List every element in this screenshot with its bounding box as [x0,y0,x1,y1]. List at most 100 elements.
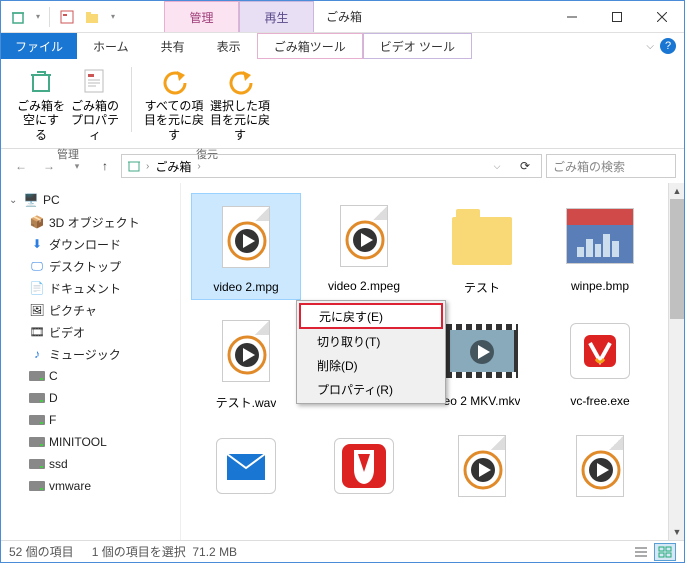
file-item[interactable] [545,423,655,509]
properties-icon[interactable] [56,6,78,28]
tree-pc[interactable]: ⌄🖥️PC [1,189,180,211]
tab-file[interactable]: ファイル [1,33,77,59]
help-icon[interactable]: ? [660,38,676,54]
quick-access-toolbar: ▾ ▾ [1,1,124,32]
tree-drive-c[interactable]: C [1,365,180,387]
file-item[interactable]: vc-free.exe [545,308,655,415]
new-folder-icon[interactable] [82,6,104,28]
tree-desktop[interactable]: 🖵デスクトップ [1,255,180,277]
tree-drive-d[interactable]: D [1,387,180,409]
ctx-delete[interactable]: 削除(D) [299,353,443,377]
file-item[interactable] [309,423,419,509]
drive-icon [29,434,45,450]
restore-all-label: すべての項目を元に戻す [144,99,204,142]
ribbon-expand-icon[interactable]: ⌵ [646,41,654,52]
recycle-bin-properties-button[interactable]: ごみ箱のプロパティ [69,63,121,144]
scroll-down-icon[interactable]: ▼ [669,524,684,540]
contextual-tab-manage[interactable]: 管理 [164,1,239,32]
tab-recyclebin-tools[interactable]: ごみ箱ツール [257,33,363,59]
title-bar: ▾ ▾ 管理 再生 ごみ箱 [1,1,684,33]
restore-all-button[interactable]: すべての項目を元に戻す [142,63,206,144]
file-item[interactable]: テスト [427,193,537,300]
file-item[interactable]: video 2.mpeg [309,193,419,300]
navigation-tree: ⌄🖥️PC 📦3D オブジェクト ⬇ダウンロード 🖵デスクトップ 📄ドキュメント… [1,183,181,540]
file-item[interactable]: video 2.mpg [191,193,301,300]
vertical-scrollbar[interactable]: ▲ ▼ [668,183,684,540]
restore-selected-button[interactable]: 選択した項目を元に戻す [208,63,272,144]
tab-video-tools[interactable]: ビデオ ツール [363,33,472,59]
desktop-icon: 🖵 [29,258,45,274]
file-label: video 2.mpeg [328,279,400,293]
path-chevron-icon[interactable]: › [197,161,200,172]
drive-icon [29,368,45,384]
status-count: 52 個の項目 [9,543,74,560]
tree-3d[interactable]: 📦3D オブジェクト [1,211,180,233]
recycle-bin-icon[interactable] [7,6,29,28]
properties-sheet-icon [79,65,111,97]
close-button[interactable] [639,1,684,33]
ctx-restore[interactable]: 元に戻す(E) [299,303,443,329]
thumbnails-view-button[interactable] [654,543,676,561]
file-label: テスト.wav [216,394,277,411]
restore-selected-icon [224,65,256,97]
mail-icon [216,438,276,494]
ribbon-tabs: ファイル ホーム 共有 表示 ごみ箱ツール ビデオ ツール ⌵ ? [1,33,684,59]
forward-button[interactable]: → [37,154,61,178]
ctx-properties[interactable]: プロパティ(R) [299,377,443,401]
folder-icon [452,217,512,265]
tree-drive-ssd[interactable]: ssd [1,453,180,475]
up-button[interactable]: ↑ [93,154,117,178]
ribbon: ごみ箱を空にする ごみ箱のプロパティ 管理 すべての項目を元に戻す 選択した項目… [1,59,684,149]
qat-customize[interactable]: ▾ [108,6,118,28]
file-item[interactable] [427,423,537,509]
tree-downloads[interactable]: ⬇ダウンロード [1,233,180,255]
tab-share[interactable]: 共有 [145,33,201,59]
tree-drive-vmware[interactable]: vmware [1,475,180,497]
file-item[interactable]: テスト.wav [191,308,301,415]
context-menu: 元に戻す(E) 切り取り(T) 削除(D) プロパティ(R) [296,300,446,404]
tree-drive-f[interactable]: F [1,409,180,431]
minimize-button[interactable] [549,1,594,33]
history-dropdown[interactable]: ⌵ [485,154,509,178]
path-chevron-icon[interactable]: › [146,161,149,172]
drive-icon [29,390,45,406]
tree-music[interactable]: ♪ミュージック [1,343,180,365]
file-item[interactable] [191,423,301,509]
maximize-button[interactable] [594,1,639,33]
tree-drive-minitool[interactable]: MINITOOL [1,431,180,453]
recent-dropdown[interactable]: ▾ [65,154,89,178]
tab-view[interactable]: 表示 [201,33,257,59]
ctx-cut[interactable]: 切り取り(T) [299,329,443,353]
app-icon [570,323,630,379]
search-input[interactable]: ごみ箱の検索 [546,154,676,178]
contextual-tab-play[interactable]: 再生 [239,1,314,32]
refresh-button[interactable]: ⟳ [513,154,537,178]
status-selected: 1 個の項目を選択 71.2 MB [92,543,237,560]
cube-icon: 📦 [29,214,45,230]
address-bar: ← → ▾ ↑ › ごみ箱 › ⌵ ⟳ ごみ箱の検索 [1,149,684,183]
music-icon: ♪ [29,346,45,362]
props-label: ごみ箱のプロパティ [71,99,119,142]
tree-documents[interactable]: 📄ドキュメント [1,277,180,299]
tree-pictures[interactable]: 🖼ピクチャ [1,299,180,321]
window-title: ごみ箱 [314,1,549,32]
tab-home[interactable]: ホーム [77,33,145,59]
file-item[interactable]: winpe.bmp [545,193,655,300]
address-path[interactable]: › ごみ箱 › ⌵ ⟳ [121,154,542,178]
breadcrumb-segment[interactable]: ごみ箱 [153,158,193,175]
tree-videos[interactable]: 🎞ビデオ [1,321,180,343]
document-icon: 📄 [29,280,45,296]
scroll-thumb[interactable] [670,199,684,319]
scroll-up-icon[interactable]: ▲ [669,183,684,199]
empty-recycle-bin-button[interactable]: ごみ箱を空にする [15,63,67,144]
drive-icon [29,478,45,494]
qat-dropdown[interactable]: ▾ [33,6,43,28]
back-button[interactable]: ← [9,154,33,178]
file-label: vc-free.exe [570,394,629,408]
details-view-button[interactable] [630,543,652,561]
recycle-path-icon [126,158,142,174]
file-label: テスト [464,279,500,296]
pictures-icon: 🖼 [29,302,45,318]
restore-all-icon [158,65,190,97]
drive-icon [29,412,45,428]
